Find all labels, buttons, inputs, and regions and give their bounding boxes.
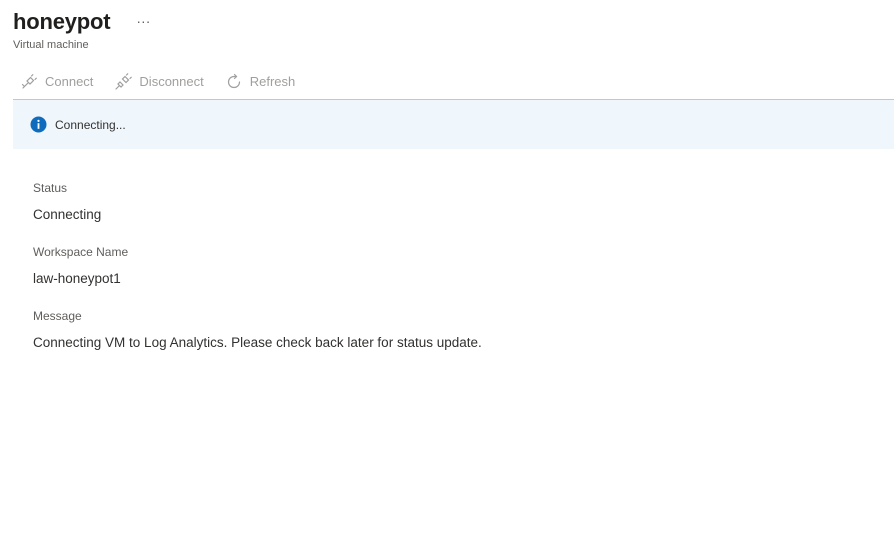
status-value: Connecting [33, 207, 102, 222]
status-field: Status Connecting [33, 181, 482, 223]
info-banner: Connecting... [13, 100, 894, 149]
banner-message: Connecting... [55, 117, 126, 132]
refresh-label: Refresh [249, 74, 296, 89]
message-field: Message Connecting VM to Log Analytics. … [33, 309, 482, 351]
command-bar: Connect Disconnect Refresh [13, 70, 894, 100]
info-icon [30, 116, 47, 133]
page-header: honeypot ··· Virtual machine [13, 8, 150, 51]
disconnect-button[interactable]: Disconnect [107, 72, 204, 97]
page-title: honeypot [13, 9, 111, 34]
more-options-button[interactable]: ··· [136, 14, 150, 28]
refresh-button[interactable]: Refresh [218, 73, 296, 97]
connection-details: Status Connecting Workspace Name law-hon… [33, 181, 482, 373]
workspace-field: Workspace Name law-honeypot1 [33, 245, 482, 287]
workspace-label: Workspace Name [33, 245, 129, 259]
workspace-value: law-honeypot1 [33, 271, 121, 286]
connect-label: Connect [45, 74, 94, 89]
message-value: Connecting VM to Log Analytics. Please c… [33, 335, 482, 350]
status-label: Status [33, 181, 68, 195]
plug-connect-icon [21, 73, 37, 89]
plug-disconnect-icon [115, 72, 133, 90]
page-subtitle: Virtual machine [13, 39, 89, 51]
connect-button[interactable]: Connect [13, 73, 93, 97]
title-row: honeypot ··· [13, 8, 150, 36]
refresh-icon [227, 73, 240, 88]
message-label: Message [33, 309, 82, 323]
disconnect-label: Disconnect [139, 74, 204, 89]
page: honeypot ··· Virtual machine Connect Dis… [0, 0, 894, 552]
